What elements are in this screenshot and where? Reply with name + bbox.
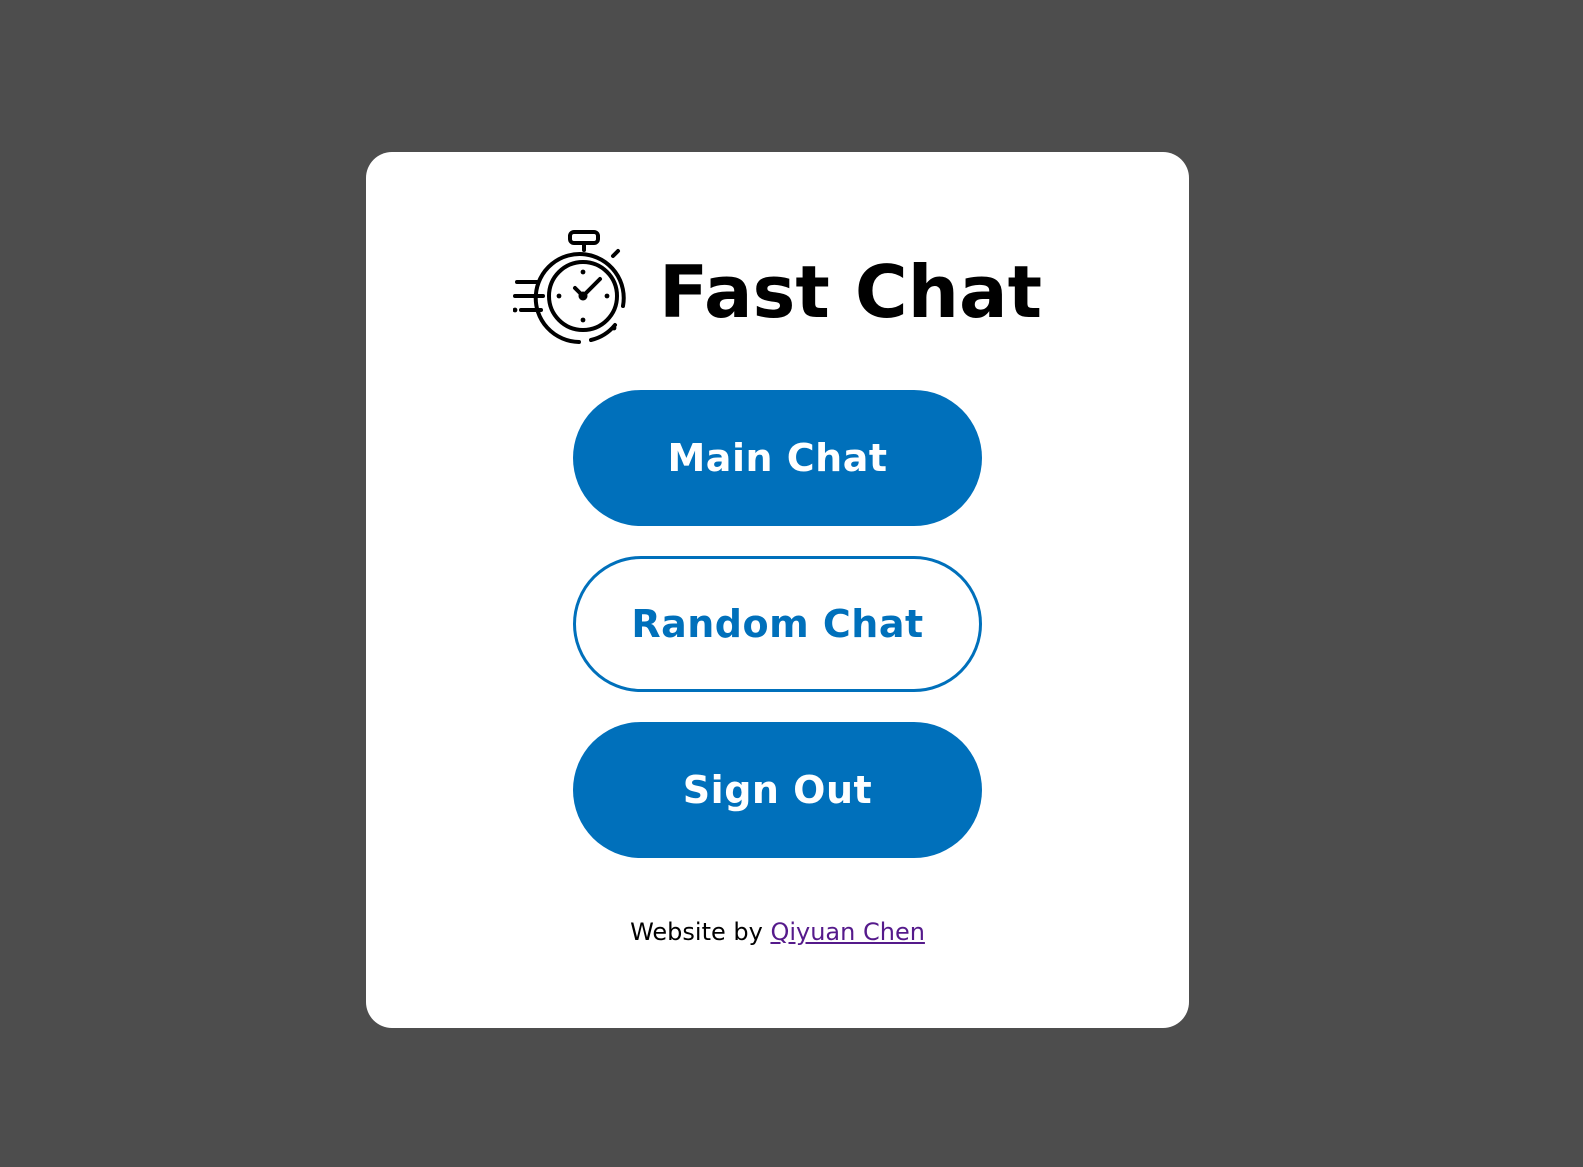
app-title: Fast Chat [659, 250, 1042, 334]
main-chat-button-label: Main Chat [667, 436, 888, 480]
main-chat-button[interactable]: Main Chat [573, 390, 982, 526]
menu-card: Fast Chat Main Chat Random Chat Sign Out… [366, 152, 1189, 1028]
footer-credit: Website by Qiyuan Chen [366, 918, 1189, 946]
footer-prefix: Website by [630, 918, 771, 946]
random-chat-button[interactable]: Random Chat [573, 556, 982, 692]
app-header: Fast Chat [366, 230, 1189, 348]
author-link[interactable]: Qiyuan Chen [770, 918, 924, 946]
sign-out-button[interactable]: Sign Out [573, 722, 982, 858]
stopwatch-icon [512, 230, 633, 348]
random-chat-button-label: Random Chat [631, 602, 924, 646]
sign-out-button-label: Sign Out [682, 768, 873, 812]
